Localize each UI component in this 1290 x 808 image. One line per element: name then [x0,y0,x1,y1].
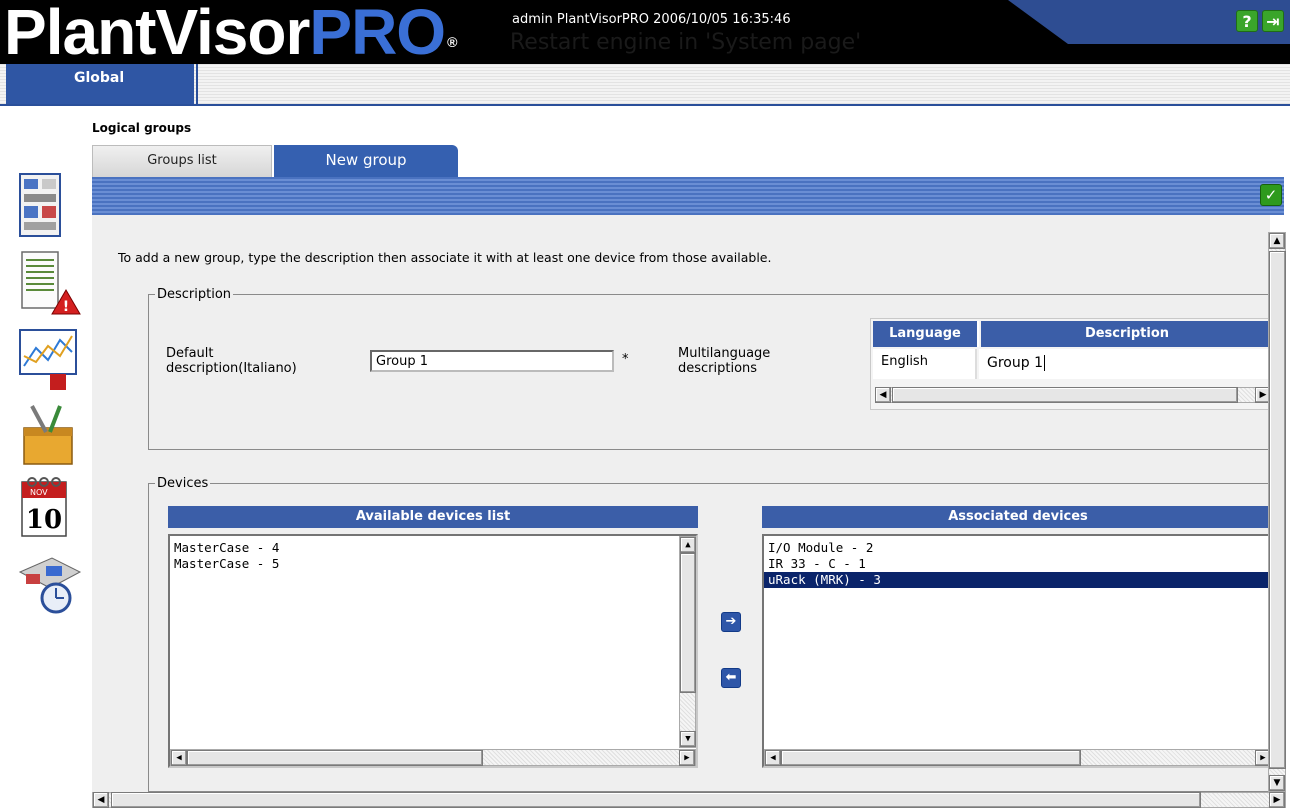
language-cell: English [873,349,977,379]
scroll-thumb[interactable] [111,792,1201,808]
add-device-button[interactable]: ➔ [721,612,741,632]
language-grid: Language Description English Group 1 ◀ ▶ [870,318,1274,410]
svg-text:!: ! [63,299,69,315]
nav-tab-global[interactable]: Global [6,64,194,104]
language-grid-header: Language Description [873,321,1273,347]
column-header-language[interactable]: Language [873,321,979,347]
scroll-up-icon[interactable]: ▲ [1269,233,1285,249]
scroll-thumb[interactable] [680,553,696,693]
calendar-month: NOV [30,488,48,497]
system-message: Restart engine in 'System page' [510,30,862,55]
action-toolbar [92,177,1284,215]
tab-groups-list[interactable]: Groups list [92,145,272,177]
scroll-right-icon[interactable]: ▶ [679,750,695,766]
associated-devices-list[interactable]: I/O Module - 2 IR 33 - C - 1 uRack (MRK)… [762,534,1274,768]
confirm-icon[interactable]: ✓ [1260,184,1282,206]
help-icon[interactable]: ? [1236,10,1258,32]
scroll-thumb[interactable] [1269,251,1286,769]
main-nav: Global [0,64,1290,106]
calendar-day: 10 [26,505,62,535]
page-hscrollbar[interactable]: ◀ ▶ [92,792,1286,808]
user-session-info: admin PlantVisorPRO 2006/10/05 16:35:46 [512,12,791,27]
scroll-up-icon[interactable]: ▲ [680,537,696,553]
list-item-selected[interactable]: uRack (MRK) - 3 [764,572,1272,588]
scroll-left-icon[interactable]: ◀ [765,750,781,766]
header: PlantVisorPRO ® admin PlantVisorPRO 2006/… [0,0,1290,64]
tools-box-icon[interactable] [16,402,82,468]
devices-legend: Devices [157,476,209,491]
description-legend: Description [157,287,232,302]
scroll-down-icon[interactable]: ▼ [1269,775,1285,791]
scroll-left-icon[interactable]: ◀ [875,387,891,403]
graph-icon[interactable] [16,326,82,392]
scroll-right-icon[interactable]: ▶ [1269,792,1285,808]
default-description-input[interactable]: Group 1 [370,350,614,372]
scroll-thumb[interactable] [187,750,483,766]
scroll-left-icon[interactable]: ◀ [93,792,109,808]
required-mark: * [622,352,629,367]
available-devices-title: Available devices list [168,506,698,528]
section-title: Logical groups [92,121,192,135]
available-list-vscrollbar[interactable]: ▲ ▼ [679,536,696,748]
plant-layout-icon[interactable] [16,172,82,238]
available-list-hscrollbar[interactable]: ◀ ▶ [170,749,696,766]
scroll-left-icon[interactable]: ◀ [171,750,187,766]
scheduler-icon[interactable] [16,552,82,618]
description-cell[interactable]: Group 1 [979,349,1271,379]
app-window: PlantVisorPRO ® admin PlantVisorPRO 2006/… [0,0,1290,808]
logout-icon[interactable]: ⇥ [1262,10,1284,32]
default-description-label: Default description(Italiano) [166,346,297,376]
description-cell-editor[interactable]: Group 1 [979,351,1235,377]
alarm-report-icon[interactable]: ! [16,250,82,316]
scroll-thumb[interactable] [781,750,1081,766]
multilanguage-label: Multilanguage descriptions [678,346,771,376]
associated-devices-title: Associated devices [762,506,1274,528]
associated-list-hscrollbar[interactable]: ◀ ▶ [764,749,1272,766]
language-grid-hscrollbar[interactable]: ◀ ▶ [875,387,1271,403]
nav-divider [196,64,198,104]
instructions-text: To add a new group, type the description… [118,250,772,265]
scroll-down-icon[interactable]: ▼ [680,731,696,747]
list-item[interactable]: IR 33 - C - 1 [764,556,1272,572]
column-header-description[interactable]: Description [981,321,1273,347]
scroll-thumb[interactable] [892,387,1238,403]
app-logo: PlantVisorPRO ® [4,0,457,64]
list-item[interactable]: MasterCase - 5 [170,556,696,572]
remove-device-button[interactable]: ⬅ [721,668,741,688]
list-item[interactable]: I/O Module - 2 [764,540,1272,556]
available-devices-list[interactable]: MasterCase - 4 MasterCase - 5 ▲ ▼ ◀ ▶ [168,534,698,768]
list-item[interactable]: MasterCase - 4 [170,540,696,556]
calendar-icon[interactable]: NOV 10 [16,474,82,540]
page-vscrollbar[interactable]: ▲ ▼ [1268,232,1286,792]
tab-new-group[interactable]: New group [274,145,458,177]
